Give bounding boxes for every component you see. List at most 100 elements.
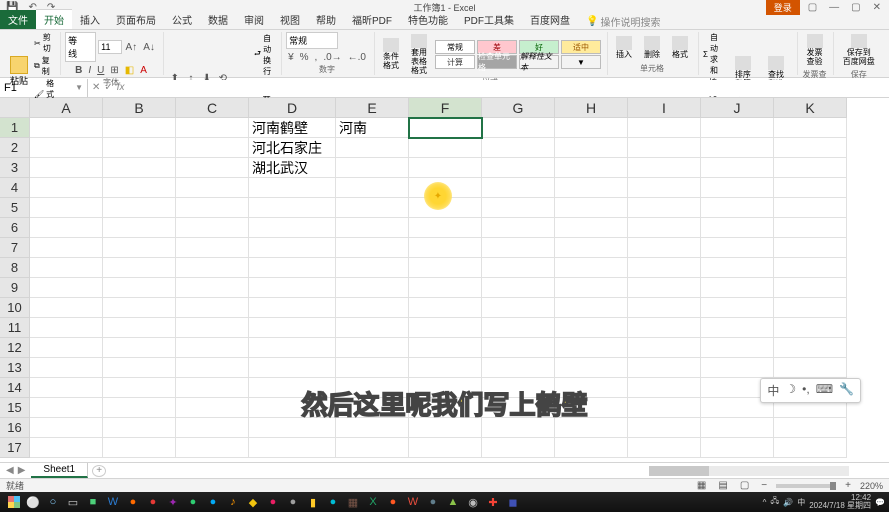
cell-K6[interactable] [774,218,847,238]
cell-F1[interactable] [409,118,482,138]
italic-button[interactable]: I [86,64,93,77]
tab-layout[interactable]: 页面布局 [108,10,164,29]
cell-H7[interactable] [555,238,628,258]
cell-C3[interactable] [176,158,249,178]
enter-formula-icon[interactable]: ✓ [104,82,112,93]
tray-up-icon[interactable]: ^ [763,498,767,507]
cell-K2[interactable] [774,138,847,158]
decrease-font-icon[interactable]: A↓ [141,41,157,54]
copy-button[interactable]: ⧉ 复制 [34,55,54,77]
cell-E4[interactable] [336,178,409,198]
taskbar-camera-icon[interactable]: ◉ [464,494,482,510]
close-button[interactable]: ✕ [869,2,885,13]
cell-J17[interactable] [701,438,774,458]
dec-decimal[interactable]: ←.0 [346,51,368,64]
cell-J1[interactable] [701,118,774,138]
zoom-thumb[interactable] [830,482,836,490]
select-all-corner[interactable] [0,98,30,118]
cell-C2[interactable] [176,138,249,158]
cell-F10[interactable] [409,298,482,318]
cell-B3[interactable] [103,158,176,178]
cell-B7[interactable] [103,238,176,258]
cell-J10[interactable] [701,298,774,318]
cond-format-button[interactable]: 条件格式 [379,36,403,73]
ribbon-display-icon[interactable]: ▢ [804,2,821,13]
cell-B5[interactable] [103,198,176,218]
view-layout-icon[interactable]: ▤ [715,480,730,491]
cell-B16[interactable] [103,418,176,438]
cell-I16[interactable] [628,418,701,438]
row-header-9[interactable]: 9 [0,278,30,298]
taskbar-folder-icon[interactable]: ▮ [304,494,322,510]
col-header-I[interactable]: I [628,98,701,118]
cell-A6[interactable] [30,218,103,238]
cell-K12[interactable] [774,338,847,358]
cell-I14[interactable] [628,378,701,398]
taskbar-wechat-icon[interactable]: ● [184,494,202,510]
cell-C4[interactable] [176,178,249,198]
cell-A14[interactable] [30,378,103,398]
border-button[interactable]: ⊞ [108,64,120,77]
row-header-8[interactable]: 8 [0,258,30,278]
cell-F6[interactable] [409,218,482,238]
keyboard-icon[interactable]: ⌨ [816,382,833,399]
cell-H4[interactable] [555,178,628,198]
comma-icon[interactable]: •, [802,382,810,399]
cell-E9[interactable] [336,278,409,298]
taskbar-app7-icon[interactable]: ▲ [444,494,462,510]
cell-K13[interactable] [774,358,847,378]
cell-B15[interactable] [103,398,176,418]
cell-D10[interactable] [249,298,336,318]
cell-C5[interactable] [176,198,249,218]
taskbar-app6-icon[interactable]: ● [424,494,442,510]
taskbar-shield-icon[interactable]: ● [324,494,342,510]
row-header-12[interactable]: 12 [0,338,30,358]
cell-B8[interactable] [103,258,176,278]
cell-A2[interactable] [30,138,103,158]
cell-G12[interactable] [482,338,555,358]
cell-D1[interactable]: 河南鹤壁 [249,118,336,138]
cell-J7[interactable] [701,238,774,258]
cancel-formula-icon[interactable]: ✕ [92,82,100,93]
cell-B1[interactable] [103,118,176,138]
cell-B17[interactable] [103,438,176,458]
cell-F3[interactable] [409,158,482,178]
row-header-2[interactable]: 2 [0,138,30,158]
cell-E11[interactable] [336,318,409,338]
tray-input-icon[interactable]: 中 [797,497,805,508]
cell-D12[interactable] [249,338,336,358]
cell-A5[interactable] [30,198,103,218]
bold-button[interactable]: B [73,64,84,77]
search-hint[interactable]: 💡操作说明搜索 [586,14,660,29]
cell-I15[interactable] [628,398,701,418]
cell-E13[interactable] [336,358,409,378]
cell-D5[interactable] [249,198,336,218]
cell-G1[interactable] [482,118,555,138]
underline-button[interactable]: U [95,64,106,77]
taskbar-search-icon[interactable]: ⚪ [24,494,42,510]
cell-D7[interactable] [249,238,336,258]
cell-E3[interactable] [336,158,409,178]
cell-I17[interactable] [628,438,701,458]
cell-C7[interactable] [176,238,249,258]
cell-G8[interactable] [482,258,555,278]
taskbar-word-icon[interactable]: W [104,494,122,510]
taskbar-browser-icon[interactable]: ● [124,494,142,510]
cell-K11[interactable] [774,318,847,338]
cell-I12[interactable] [628,338,701,358]
taskbar-app9-icon[interactable]: ◼ [504,494,522,510]
cell-G4[interactable] [482,178,555,198]
minimize-button[interactable]: — [825,2,843,13]
cell-H12[interactable] [555,338,628,358]
cell-E17[interactable] [336,438,409,458]
cell-J6[interactable] [701,218,774,238]
cell-A7[interactable] [30,238,103,258]
cell-I5[interactable] [628,198,701,218]
cell-H13[interactable] [555,358,628,378]
cell-G9[interactable] [482,278,555,298]
cell-F2[interactable] [409,138,482,158]
cell-D8[interactable] [249,258,336,278]
h-scroll-track[interactable] [649,466,849,476]
cell-H1[interactable] [555,118,628,138]
fx-icon[interactable]: fx [117,82,125,93]
